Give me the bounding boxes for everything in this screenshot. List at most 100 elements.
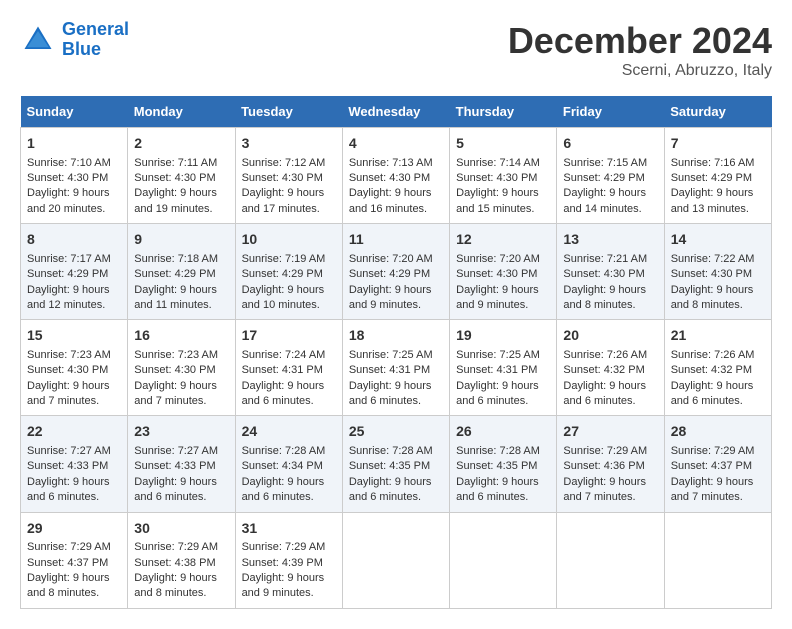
sunrise-label: Sunrise: 7:14 AM <box>456 157 540 169</box>
day-number: 15 <box>27 326 121 346</box>
sunset-label: Sunset: 4:29 PM <box>563 172 644 184</box>
table-row <box>557 512 664 608</box>
day-number: 28 <box>671 422 765 442</box>
daylight-label: Daylight: 9 hours and 6 minutes. <box>27 476 110 503</box>
day-number: 16 <box>134 326 228 346</box>
day-number: 5 <box>456 134 550 154</box>
col-friday: Friday <box>557 96 664 128</box>
table-row: 27 Sunrise: 7:29 AM Sunset: 4:36 PM Dayl… <box>557 416 664 512</box>
day-number: 14 <box>671 230 765 250</box>
calendar-header-row: Sunday Monday Tuesday Wednesday Thursday… <box>21 96 772 128</box>
sunrise-label: Sunrise: 7:20 AM <box>456 253 540 265</box>
sunset-label: Sunset: 4:33 PM <box>27 460 108 472</box>
calendar-week-row: 29 Sunrise: 7:29 AM Sunset: 4:37 PM Dayl… <box>21 512 772 608</box>
sunset-label: Sunset: 4:37 PM <box>671 460 752 472</box>
table-row: 29 Sunrise: 7:29 AM Sunset: 4:37 PM Dayl… <box>21 512 128 608</box>
table-row <box>450 512 557 608</box>
table-row: 16 Sunrise: 7:23 AM Sunset: 4:30 PM Dayl… <box>128 320 235 416</box>
title-block: December 2024 Scerni, Abruzzo, Italy <box>508 20 772 80</box>
sunset-label: Sunset: 4:30 PM <box>134 364 215 376</box>
page-header: General Blue December 2024 Scerni, Abruz… <box>20 20 772 80</box>
daylight-label: Daylight: 9 hours and 6 minutes. <box>456 380 539 407</box>
day-number: 21 <box>671 326 765 346</box>
table-row: 15 Sunrise: 7:23 AM Sunset: 4:30 PM Dayl… <box>21 320 128 416</box>
daylight-label: Daylight: 9 hours and 11 minutes. <box>134 284 217 311</box>
sunrise-label: Sunrise: 7:24 AM <box>242 349 326 361</box>
daylight-label: Daylight: 9 hours and 19 minutes. <box>134 187 217 214</box>
sunset-label: Sunset: 4:35 PM <box>349 460 430 472</box>
table-row: 23 Sunrise: 7:27 AM Sunset: 4:33 PM Dayl… <box>128 416 235 512</box>
sunrise-label: Sunrise: 7:26 AM <box>563 349 647 361</box>
daylight-label: Daylight: 9 hours and 10 minutes. <box>242 284 325 311</box>
table-row: 30 Sunrise: 7:29 AM Sunset: 4:38 PM Dayl… <box>128 512 235 608</box>
sunrise-label: Sunrise: 7:27 AM <box>134 445 218 457</box>
day-number: 31 <box>242 519 336 539</box>
day-number: 20 <box>563 326 657 346</box>
day-number: 9 <box>134 230 228 250</box>
sunset-label: Sunset: 4:29 PM <box>242 268 323 280</box>
table-row: 19 Sunrise: 7:25 AM Sunset: 4:31 PM Dayl… <box>450 320 557 416</box>
day-number: 30 <box>134 519 228 539</box>
sunrise-label: Sunrise: 7:18 AM <box>134 253 218 265</box>
sunset-label: Sunset: 4:30 PM <box>456 268 537 280</box>
calendar-week-row: 15 Sunrise: 7:23 AM Sunset: 4:30 PM Dayl… <box>21 320 772 416</box>
daylight-label: Daylight: 9 hours and 8 minutes. <box>134 572 217 599</box>
sunset-label: Sunset: 4:30 PM <box>349 172 430 184</box>
sunrise-label: Sunrise: 7:11 AM <box>134 157 217 169</box>
sunrise-label: Sunrise: 7:21 AM <box>563 253 647 265</box>
day-number: 12 <box>456 230 550 250</box>
sunset-label: Sunset: 4:39 PM <box>242 557 323 569</box>
daylight-label: Daylight: 9 hours and 6 minutes. <box>671 380 754 407</box>
day-number: 18 <box>349 326 443 346</box>
day-number: 23 <box>134 422 228 442</box>
sunrise-label: Sunrise: 7:28 AM <box>242 445 326 457</box>
month-title: December 2024 <box>508 20 772 62</box>
table-row <box>664 512 771 608</box>
sunset-label: Sunset: 4:32 PM <box>671 364 752 376</box>
col-wednesday: Wednesday <box>342 96 449 128</box>
day-number: 25 <box>349 422 443 442</box>
col-saturday: Saturday <box>664 96 771 128</box>
sunrise-label: Sunrise: 7:28 AM <box>349 445 433 457</box>
sunrise-label: Sunrise: 7:13 AM <box>349 157 433 169</box>
daylight-label: Daylight: 9 hours and 7 minutes. <box>563 476 646 503</box>
table-row: 22 Sunrise: 7:27 AM Sunset: 4:33 PM Dayl… <box>21 416 128 512</box>
sunset-label: Sunset: 4:30 PM <box>563 268 644 280</box>
sunset-label: Sunset: 4:31 PM <box>349 364 430 376</box>
sunrise-label: Sunrise: 7:25 AM <box>456 349 540 361</box>
sunrise-label: Sunrise: 7:29 AM <box>563 445 647 457</box>
sunset-label: Sunset: 4:29 PM <box>27 268 108 280</box>
day-number: 6 <box>563 134 657 154</box>
day-number: 10 <box>242 230 336 250</box>
sunset-label: Sunset: 4:31 PM <box>456 364 537 376</box>
col-tuesday: Tuesday <box>235 96 342 128</box>
table-row: 5 Sunrise: 7:14 AM Sunset: 4:30 PM Dayli… <box>450 128 557 224</box>
sunset-label: Sunset: 4:30 PM <box>134 172 215 184</box>
table-row: 18 Sunrise: 7:25 AM Sunset: 4:31 PM Dayl… <box>342 320 449 416</box>
day-number: 19 <box>456 326 550 346</box>
sunrise-label: Sunrise: 7:19 AM <box>242 253 326 265</box>
table-row: 1 Sunrise: 7:10 AM Sunset: 4:30 PM Dayli… <box>21 128 128 224</box>
sunset-label: Sunset: 4:30 PM <box>242 172 323 184</box>
day-number: 22 <box>27 422 121 442</box>
sunrise-label: Sunrise: 7:27 AM <box>27 445 111 457</box>
day-number: 4 <box>349 134 443 154</box>
daylight-label: Daylight: 9 hours and 6 minutes. <box>242 476 325 503</box>
col-sunday: Sunday <box>21 96 128 128</box>
sunrise-label: Sunrise: 7:12 AM <box>242 157 326 169</box>
table-row: 21 Sunrise: 7:26 AM Sunset: 4:32 PM Dayl… <box>664 320 771 416</box>
table-row: 8 Sunrise: 7:17 AM Sunset: 4:29 PM Dayli… <box>21 224 128 320</box>
col-thursday: Thursday <box>450 96 557 128</box>
logo-line2: Blue <box>62 39 101 59</box>
table-row: 7 Sunrise: 7:16 AM Sunset: 4:29 PM Dayli… <box>664 128 771 224</box>
logo-icon <box>20 22 56 58</box>
daylight-label: Daylight: 9 hours and 7 minutes. <box>671 476 754 503</box>
day-number: 2 <box>134 134 228 154</box>
daylight-label: Daylight: 9 hours and 6 minutes. <box>349 380 432 407</box>
daylight-label: Daylight: 9 hours and 6 minutes. <box>456 476 539 503</box>
table-row: 26 Sunrise: 7:28 AM Sunset: 4:35 PM Dayl… <box>450 416 557 512</box>
day-number: 13 <box>563 230 657 250</box>
day-number: 26 <box>456 422 550 442</box>
sunset-label: Sunset: 4:30 PM <box>27 364 108 376</box>
sunset-label: Sunset: 4:31 PM <box>242 364 323 376</box>
